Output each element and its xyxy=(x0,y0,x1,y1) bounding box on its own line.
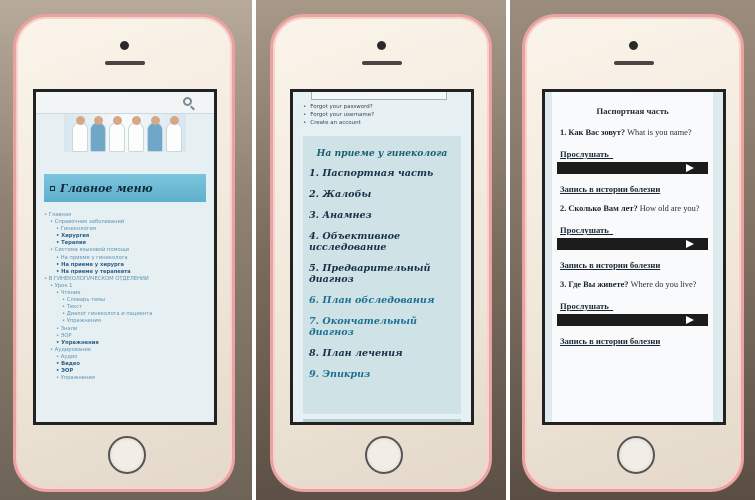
account-link[interactable]: Create an account xyxy=(303,119,471,127)
search-icon[interactable] xyxy=(183,97,192,106)
play-icon[interactable] xyxy=(686,316,694,324)
section-title: На приеме у гинеколога xyxy=(316,148,448,159)
menu-item[interactable]: • Справочник заболеваний xyxy=(44,219,214,226)
menu-item[interactable]: • Текст xyxy=(44,304,214,311)
menu-item[interactable]: • На приеме у гинеколога xyxy=(44,255,214,262)
section-link[interactable]: 2. Жалобы xyxy=(309,189,455,200)
screenshot-panel-gynecologist: Forgot your password?Forgot your usernam… xyxy=(256,0,506,500)
account-link[interactable]: Forgot your password? xyxy=(303,103,471,111)
menu-item[interactable]: • Аудирование xyxy=(44,347,214,354)
page-title: Паспортная часть xyxy=(596,106,669,116)
phone-frame: Главное меню • Главная • Справочник забол… xyxy=(13,14,235,492)
home-button[interactable] xyxy=(108,436,146,474)
menu-item[interactable]: • Чтение xyxy=(44,290,214,297)
doctors-banner-image xyxy=(64,114,186,152)
question-text: 1. Как Вас зовут? What is you name? xyxy=(560,128,692,137)
play-icon[interactable] xyxy=(686,240,694,248)
menu-item[interactable]: • ЭОР xyxy=(44,333,214,340)
audio-player[interactable] xyxy=(557,314,708,326)
menu-item[interactable]: • Упражнения xyxy=(44,318,214,325)
search-bar[interactable] xyxy=(36,92,214,114)
earpiece-speaker xyxy=(105,61,145,65)
record-link[interactable]: Запись в истории болезни xyxy=(560,184,705,194)
card-footer xyxy=(303,419,461,422)
audio-player[interactable] xyxy=(557,238,708,250)
section-link[interactable]: 3. Анамнез xyxy=(309,210,455,221)
login-form-edge[interactable] xyxy=(311,92,447,100)
section-link[interactable]: 5. Предварительный диагноз xyxy=(309,263,455,285)
home-button[interactable] xyxy=(365,436,403,474)
audio-player[interactable] xyxy=(557,162,708,174)
passport-page: Паспортная часть 1. Как Вас зовут? What … xyxy=(552,92,713,422)
earpiece-speaker xyxy=(614,61,654,65)
front-camera xyxy=(629,41,638,50)
gynecologist-card: На приеме у гинеколога 1. Паспортная час… xyxy=(303,136,461,414)
menu-item[interactable]: • Видео xyxy=(44,361,214,368)
listen-link[interactable]: Прослушать xyxy=(560,225,705,235)
question-text: 2. Сколько Вам лет? How old are you? xyxy=(560,204,700,213)
front-camera xyxy=(120,41,129,50)
home-button[interactable] xyxy=(617,436,655,474)
phone-screen: Паспортная часть 1. Как Вас зовут? What … xyxy=(542,89,726,425)
menu-item[interactable]: • Хирургия xyxy=(44,233,214,240)
menu-item[interactable]: • На приеме у хирурга xyxy=(44,262,214,269)
menu-bullet-icon xyxy=(50,185,55,191)
account-links: Forgot your password?Forgot your usernam… xyxy=(303,103,471,127)
section-link[interactable]: 9. Эпикриз xyxy=(309,369,455,380)
menu-item[interactable]: • Аудио xyxy=(44,354,214,361)
listen-link[interactable]: Прослушать xyxy=(560,301,705,311)
menu-item[interactable]: • Упражнения xyxy=(44,340,214,347)
section-link[interactable]: 1. Паспортная часть xyxy=(309,168,455,179)
record-link[interactable]: Запись в истории болезни xyxy=(560,260,705,270)
screenshot-panel-main-menu: Главное меню • Главная • Справочник забол… xyxy=(0,0,252,500)
section-link[interactable]: 4. Объективное исследование xyxy=(309,231,455,253)
phone-screen: Главное меню • Главная • Справочник забол… xyxy=(33,89,217,425)
menu-item[interactable]: • ЭОР xyxy=(44,368,214,375)
menu-item[interactable]: • В ГИНЕКОЛОГИЧЕСКОМ ОТДЕЛЕНИИ xyxy=(44,276,214,283)
section-link[interactable]: 8. План лечения xyxy=(309,348,455,359)
earpiece-speaker xyxy=(362,61,402,65)
account-link[interactable]: Forgot your username? xyxy=(303,111,471,119)
question-text: 3. Где Вы живете? Where do you live? xyxy=(560,280,697,289)
section-link[interactable]: 6. План обследования xyxy=(309,295,455,306)
screenshot-panel-passport: Паспортная часть 1. Как Вас зовут? What … xyxy=(510,0,755,500)
menu-item[interactable]: • Гинекология xyxy=(44,226,214,233)
section-list: 1. Паспортная часть 2. Жалобы 3. Анамнез 4.… xyxy=(309,168,455,380)
phone-frame: Forgot your password?Forgot your usernam… xyxy=(270,14,492,492)
main-menu-header: Главное меню xyxy=(44,174,206,202)
play-icon[interactable] xyxy=(686,164,694,172)
menu-item[interactable]: • Словарь темы xyxy=(44,297,214,304)
phone-screen: Forgot your password?Forgot your usernam… xyxy=(290,89,474,425)
menu-item[interactable]: • Урок 1 xyxy=(44,283,214,290)
record-link[interactable]: Запись в истории болезни xyxy=(560,336,705,346)
section-link[interactable]: 7. Окончательный диагноз xyxy=(309,316,455,338)
phone-frame: Паспортная часть 1. Как Вас зовут? What … xyxy=(522,14,744,492)
menu-item[interactable]: • Упражнения xyxy=(44,375,214,382)
menu-item[interactable]: • Диалог гинеколога и пациента xyxy=(44,311,214,318)
menu-item[interactable]: • Знали xyxy=(44,326,214,333)
main-menu-title: Главное меню xyxy=(60,181,153,195)
menu-item[interactable]: • На приеме у терапевта xyxy=(44,269,214,276)
menu-item[interactable]: • Система языковой помощи xyxy=(44,247,214,254)
menu-tree: • Главная • Справочник заболеваний • Гинек… xyxy=(36,212,214,382)
listen-link[interactable]: Прослушать xyxy=(560,149,705,159)
front-camera xyxy=(377,41,386,50)
